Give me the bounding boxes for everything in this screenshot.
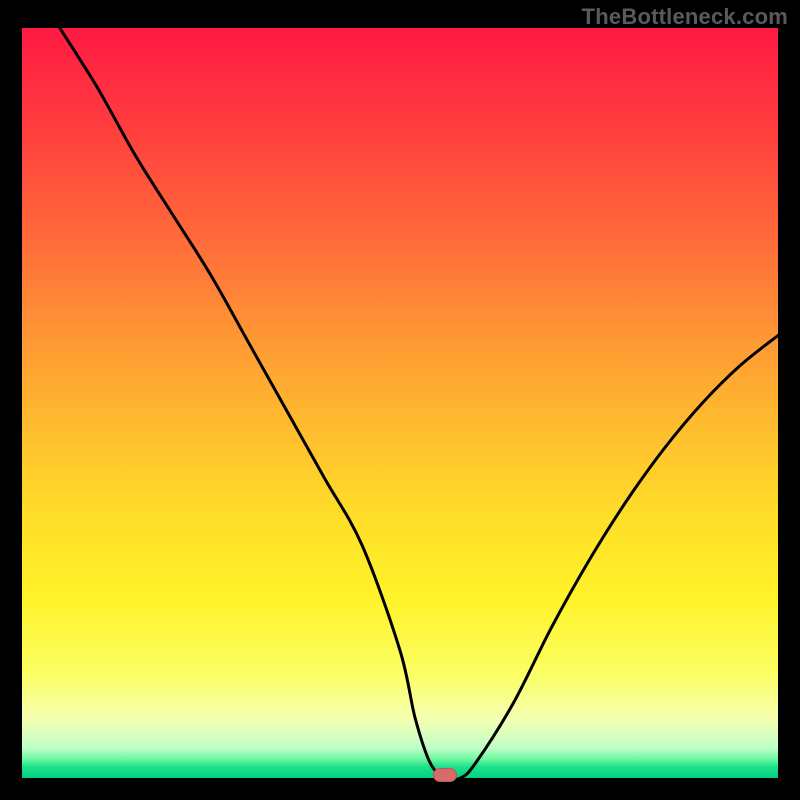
watermark-text: TheBottleneck.com xyxy=(582,4,788,30)
chart-frame: TheBottleneck.com xyxy=(0,0,800,800)
plot-area xyxy=(22,28,778,778)
bottleneck-curve xyxy=(22,28,778,778)
optimal-point-marker xyxy=(433,768,457,782)
